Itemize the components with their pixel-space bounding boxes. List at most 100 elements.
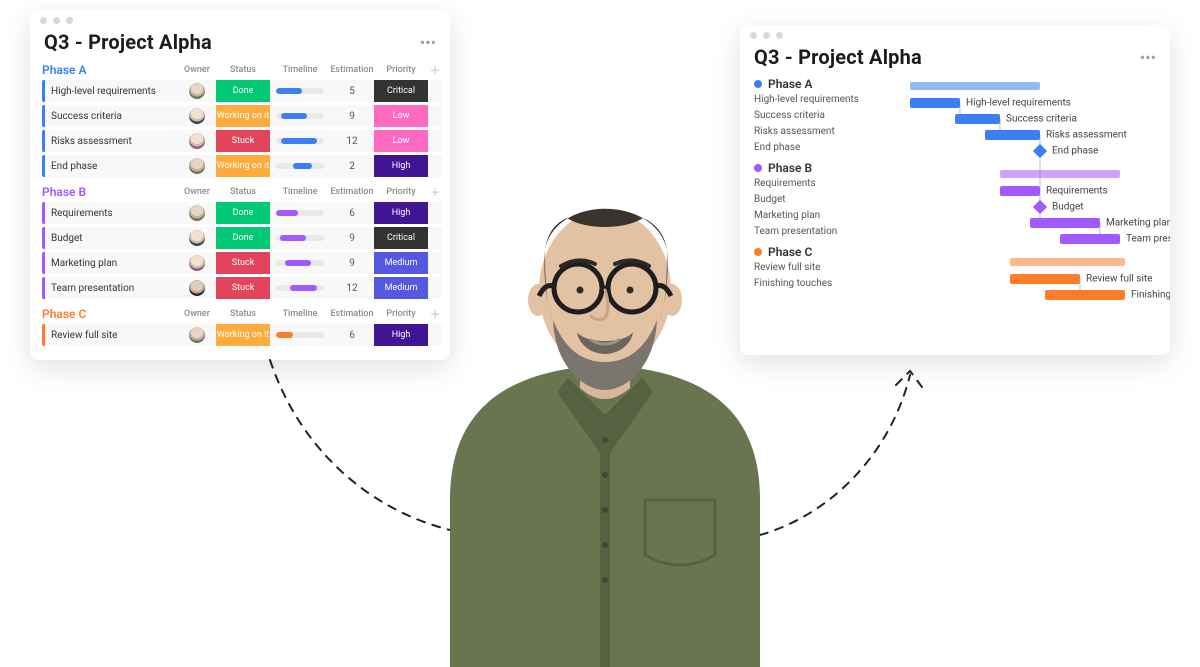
timeline-cell[interactable] [270, 324, 330, 346]
priority-cell[interactable]: High [374, 324, 428, 346]
estimation-cell[interactable]: 5 [330, 86, 374, 97]
gantt-bar[interactable] [1000, 186, 1040, 196]
add-column-icon[interactable]: ＋ [428, 306, 442, 322]
owner-cell[interactable] [178, 280, 216, 296]
gantt-task-label[interactable]: Requirements [754, 175, 894, 191]
more-icon[interactable]: ••• [420, 33, 436, 52]
table-row[interactable]: Risks assessment Stuck 12Low [42, 130, 442, 152]
gantt-phase-label[interactable]: Phase C [754, 245, 894, 259]
status-cell[interactable]: Working on it [216, 105, 270, 127]
milestone-icon[interactable] [1033, 144, 1047, 158]
table-row[interactable]: Budget Done 9Critical [42, 227, 442, 249]
gantt-task-label[interactable]: Risks assessment [754, 123, 894, 139]
estimation-cell[interactable]: 2 [330, 161, 374, 172]
gantt-bar[interactable] [1045, 290, 1125, 300]
group-name[interactable]: Phase B [42, 185, 178, 199]
item-name[interactable]: Team presentation [42, 277, 178, 299]
estimation-cell[interactable]: 6 [330, 208, 374, 219]
item-name[interactable]: End phase [42, 155, 178, 177]
owner-cell[interactable] [178, 133, 216, 149]
item-name[interactable]: Risks assessment [42, 130, 178, 152]
col-priority: Priority [374, 65, 428, 75]
table-row[interactable]: End phase Working on it 2High [42, 155, 442, 177]
timeline-cell[interactable] [270, 252, 330, 274]
gantt-task-label[interactable]: Budget [754, 191, 894, 207]
priority-cell[interactable]: High [374, 155, 428, 177]
priority-cell[interactable]: Critical [374, 227, 428, 249]
estimation-cell[interactable]: 9 [330, 111, 374, 122]
timeline-cell[interactable] [270, 227, 330, 249]
owner-cell[interactable] [178, 83, 216, 99]
gantt-bar[interactable] [985, 130, 1040, 140]
group-name[interactable]: Phase A [42, 63, 178, 77]
owner-cell[interactable] [178, 205, 216, 221]
gantt-bar[interactable] [1030, 218, 1100, 228]
priority-cell[interactable]: High [374, 202, 428, 224]
gantt-phase-bar [1010, 258, 1125, 266]
gantt-task-label[interactable]: Success criteria [754, 107, 894, 123]
gantt-task-label[interactable]: High-level requirements [754, 91, 894, 107]
gantt-task-label[interactable]: Team presentation [754, 223, 894, 239]
priority-cell[interactable]: Low [374, 105, 428, 127]
gantt-task-label[interactable]: Finishing touches [754, 275, 894, 291]
timeline-cell[interactable] [270, 155, 330, 177]
timeline-cell[interactable] [270, 105, 330, 127]
add-column-icon[interactable]: ＋ [428, 62, 442, 78]
priority-cell[interactable]: Critical [374, 80, 428, 102]
status-cell[interactable]: Working on it [216, 324, 270, 346]
status-cell[interactable]: Stuck [216, 252, 270, 274]
estimation-cell[interactable]: 9 [330, 233, 374, 244]
timeline-cell[interactable] [270, 202, 330, 224]
status-cell[interactable]: Working on it [216, 155, 270, 177]
table-row[interactable]: High-level requirements Done 5Critical [42, 80, 442, 102]
timeline-cell[interactable] [270, 277, 330, 299]
avatar [189, 205, 205, 221]
more-icon[interactable]: ••• [1140, 48, 1156, 67]
table-row[interactable]: Requirements Done 6High [42, 202, 442, 224]
gantt-bar[interactable] [1060, 234, 1120, 244]
table-row[interactable]: Team presentation Stuck 12Medium [42, 277, 442, 299]
item-name[interactable]: Requirements [42, 202, 178, 224]
status-cell[interactable]: Done [216, 227, 270, 249]
estimation-cell[interactable]: 12 [330, 136, 374, 147]
item-name[interactable]: Marketing plan [42, 252, 178, 274]
priority-cell[interactable]: Medium [374, 252, 428, 274]
estimation-cell[interactable]: 12 [330, 283, 374, 294]
gantt-task-label[interactable]: Review full site [754, 259, 894, 275]
table-row[interactable]: Review full site Working on it 6High [42, 324, 442, 346]
col-estimation: Estimation [330, 187, 374, 197]
table-row[interactable]: Success criteria Working on it 9Low [42, 105, 442, 127]
priority-cell[interactable]: Low [374, 130, 428, 152]
owner-cell[interactable] [178, 230, 216, 246]
estimation-cell[interactable]: 9 [330, 258, 374, 269]
estimation-cell[interactable]: 6 [330, 330, 374, 341]
owner-cell[interactable] [178, 108, 216, 124]
status-cell[interactable]: Done [216, 202, 270, 224]
gantt-bar[interactable] [1010, 274, 1080, 284]
status-cell[interactable]: Done [216, 80, 270, 102]
milestone-icon[interactable] [1033, 200, 1047, 214]
status-cell[interactable]: Stuck [216, 130, 270, 152]
item-name[interactable]: Review full site [42, 324, 178, 346]
gantt-bar-label: Budget [1052, 202, 1084, 213]
group-name[interactable]: Phase C [42, 307, 178, 321]
owner-cell[interactable] [178, 158, 216, 174]
add-column-icon[interactable]: ＋ [428, 184, 442, 200]
timeline-cell[interactable] [270, 130, 330, 152]
owner-cell[interactable] [178, 255, 216, 271]
gantt-bar[interactable] [910, 98, 960, 108]
gantt-task-label[interactable]: End phase [754, 139, 894, 155]
gantt-bar[interactable] [955, 114, 1000, 124]
item-name[interactable]: High-level requirements [42, 80, 178, 102]
priority-cell[interactable]: Medium [374, 277, 428, 299]
item-name[interactable]: Budget [42, 227, 178, 249]
status-cell[interactable]: Stuck [216, 277, 270, 299]
gantt-phase-label[interactable]: Phase A [754, 77, 894, 91]
gantt-phase-label[interactable]: Phase B [754, 161, 894, 175]
gantt-task-label[interactable]: Marketing plan [754, 207, 894, 223]
gantt-chart[interactable]: High-level requirementsSuccess criteriaR… [900, 77, 1160, 307]
item-name[interactable]: Success criteria [42, 105, 178, 127]
timeline-cell[interactable] [270, 80, 330, 102]
table-row[interactable]: Marketing plan Stuck 9Medium [42, 252, 442, 274]
owner-cell[interactable] [178, 327, 216, 343]
